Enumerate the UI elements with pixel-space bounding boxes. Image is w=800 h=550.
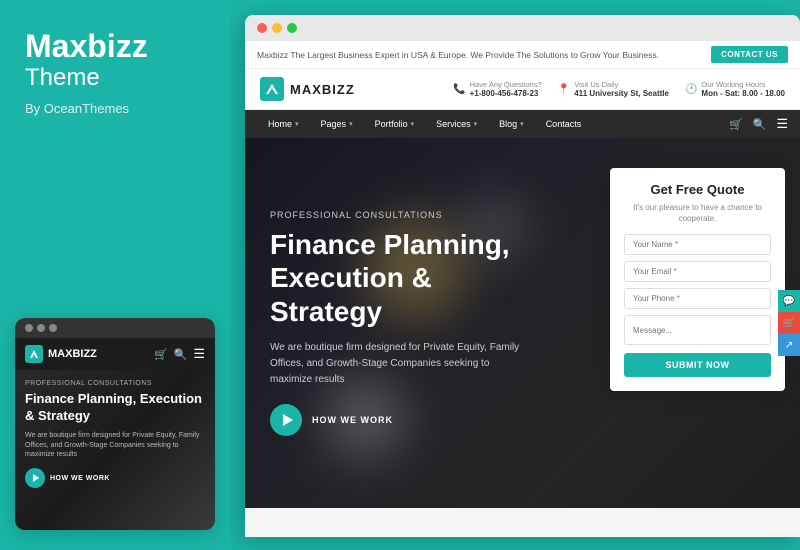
mobile-hero-content: PROFESSIONAL CONSULTATIONS Finance Plann… — [25, 380, 205, 488]
hero-description: We are boutique firm designed for Privat… — [270, 340, 530, 388]
desktop-nav: Home▾ Pages▾ Portfolio▾ Services▾ Blog▾ … — [245, 110, 800, 138]
services-chevron: ▾ — [474, 120, 478, 128]
phone-icon: 📞 — [453, 84, 465, 95]
nav-item-pages[interactable]: Pages▾ — [310, 110, 364, 138]
hero-title: Finance Planning, Execution & Strategy — [270, 228, 530, 329]
brand-subtitle: Theme — [25, 64, 205, 93]
sidebar-cart-icon[interactable]: 🛒 — [778, 312, 800, 334]
phone-label: Have Any Questions? — [470, 80, 542, 89]
quote-form: Get Free Quote It's our pleasure to have… — [610, 168, 785, 391]
brand-section: Maxbizz Theme By OceanThemes — [25, 30, 205, 116]
mobile-top-bar — [15, 318, 215, 338]
hero-cta-label: HOW WE WORK — [312, 415, 393, 425]
mobile-hero-btn-row: HOW WE WORK — [25, 468, 205, 488]
nav-item-contacts[interactable]: Contacts — [535, 110, 593, 138]
announcement-bar: Maxbizz The Largest Business Expert in U… — [245, 41, 800, 69]
nav-item-blog[interactable]: Blog▾ — [488, 110, 535, 138]
desktop-header-info: 📞 Have Any Questions? +1-800-456-478-23 … — [453, 80, 785, 98]
quote-message-input[interactable] — [624, 315, 771, 345]
nav-search-icon[interactable]: 🔍 — [753, 118, 767, 131]
desktop-logo-text: MAXBIZZ — [290, 82, 355, 97]
mobile-dot-1 — [25, 324, 33, 332]
hours-value: Mon - Sat: 8.00 - 18.00 — [701, 89, 785, 98]
browser-dot-red — [257, 23, 267, 33]
nav-items: Home▾ Pages▾ Portfolio▾ Services▾ Blog▾ … — [257, 110, 592, 138]
mobile-how-text: HOW WE WORK — [50, 475, 110, 482]
desktop-mockup: Maxbizz The Largest Business Expert in U… — [245, 15, 800, 537]
quote-form-title: Get Free Quote — [624, 182, 771, 197]
location-icon: 📍 — [558, 84, 570, 95]
brand-title: Maxbizz — [25, 30, 205, 62]
nav-menu-icon[interactable]: ☰ — [776, 116, 788, 132]
browser-dot-yellow — [272, 23, 282, 33]
brand-by: By OceanThemes — [25, 101, 205, 116]
location-label: Visit Us Daily — [574, 80, 669, 89]
hero-tag: PROFESSIONAL CONSULTATIONS — [270, 210, 530, 220]
contact-us-button[interactable]: CONTACT US — [711, 46, 788, 63]
nav-item-home[interactable]: Home▾ — [257, 110, 310, 138]
phone-value: +1-800-456-478-23 — [470, 89, 542, 98]
desktop-header: MAXBIZZ 📞 Have Any Questions? +1-800-456… — [245, 69, 800, 110]
mobile-logo-text: MAXBIZZ — [48, 348, 97, 360]
desktop-sidebar-icons: 💬 🛒 ↗ — [778, 290, 800, 356]
mobile-hero-desc: We are boutique firm designed for Privat… — [25, 431, 205, 460]
mobile-play-button[interactable] — [25, 468, 45, 488]
mobile-nav: MAXBIZZ 🛒 🔍 ☰ — [15, 338, 215, 370]
nav-item-portfolio[interactable]: Portfolio▾ — [364, 110, 426, 138]
mobile-logo-icon — [25, 345, 43, 363]
sidebar-chat-icon[interactable]: 💬 — [778, 290, 800, 312]
home-chevron: ▾ — [295, 120, 299, 128]
blog-chevron: ▾ — [520, 120, 524, 128]
mobile-menu-icon: ☰ — [193, 346, 205, 362]
quote-form-subtitle: It's our pleasure to have a chance to co… — [624, 202, 771, 224]
hours-info: 🕐 Our Working Hours Mon - Sat: 8.00 - 18… — [685, 80, 785, 98]
mobile-cart-icon: 🛒 — [154, 348, 168, 361]
nav-item-services[interactable]: Services▾ — [425, 110, 488, 138]
sidebar-share-icon[interactable]: ↗ — [778, 334, 800, 356]
nav-cart-icon[interactable]: 🛒 — [729, 118, 743, 131]
hours-label: Our Working Hours — [701, 80, 785, 89]
quote-name-input[interactable] — [624, 234, 771, 255]
desktop-hero: PROFESSIONAL CONSULTATIONS Finance Plann… — [245, 138, 800, 508]
hero-play-button[interactable] — [270, 404, 302, 436]
mobile-mockup: MAXBIZZ 🛒 🔍 ☰ PROFESSIONAL CONSULTATIONS… — [15, 318, 215, 530]
desktop-browser-bar — [245, 15, 800, 41]
desktop-nav-icon-group: 🛒 🔍 ☰ — [729, 116, 788, 132]
quote-phone-input[interactable] — [624, 288, 771, 309]
quote-submit-button[interactable]: SUBMIT NOW — [624, 353, 771, 377]
announcement-text: Maxbizz The Largest Business Expert in U… — [257, 50, 659, 60]
mobile-hero-tag: PROFESSIONAL CONSULTATIONS — [25, 380, 205, 387]
mobile-dot-2 — [37, 324, 45, 332]
desktop-logo: MAXBIZZ — [260, 77, 355, 101]
location-info: 📍 Visit Us Daily 411 University St, Seat… — [558, 80, 669, 98]
clock-icon: 🕐 — [685, 84, 697, 95]
desktop-logo-icon — [260, 77, 284, 101]
mobile-logo: MAXBIZZ — [25, 345, 97, 363]
portfolio-chevron: ▾ — [411, 120, 415, 128]
hero-content: PROFESSIONAL CONSULTATIONS Finance Plann… — [245, 180, 555, 467]
location-value: 411 University St, Seattle — [574, 89, 669, 98]
mobile-hero: PROFESSIONAL CONSULTATIONS Finance Plann… — [15, 370, 215, 530]
hero-cta-row: HOW WE WORK — [270, 404, 530, 436]
quote-email-input[interactable] — [624, 261, 771, 282]
mobile-search-icon: 🔍 — [174, 348, 188, 361]
left-panel: Maxbizz Theme By OceanThemes MAXBIZZ 🛒 🔍 — [0, 0, 230, 550]
mobile-nav-icons: 🛒 🔍 ☰ — [154, 346, 205, 362]
mobile-dot-3 — [49, 324, 57, 332]
browser-dot-green — [287, 23, 297, 33]
mobile-hero-title: Finance Planning, Execution & Strategy — [25, 391, 205, 425]
phone-info: 📞 Have Any Questions? +1-800-456-478-23 — [453, 80, 542, 98]
pages-chevron: ▾ — [349, 120, 353, 128]
